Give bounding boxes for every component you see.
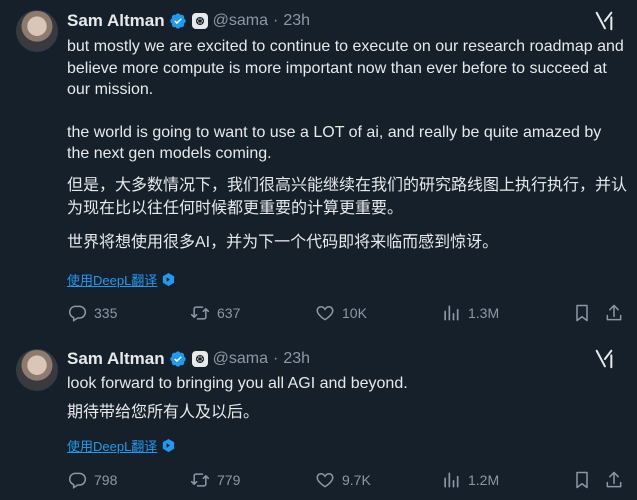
views-button[interactable]: 1.2M: [441, 470, 572, 490]
tweet-paragraph: 期待带给您所有人及以后。: [67, 403, 260, 421]
verified-badge-icon: [169, 13, 186, 29]
avatar[interactable]: [16, 10, 58, 52]
reply-icon: [69, 305, 87, 322]
retweet-button[interactable]: 779: [190, 470, 315, 490]
separator-dot: ·: [273, 12, 279, 29]
reply-count: 798: [94, 472, 118, 488]
timestamp[interactable]: 23h: [283, 12, 310, 30]
tweet-header: Sam Altman @sama · 23h: [67, 10, 310, 32]
grok-icon[interactable]: [593, 348, 615, 370]
grok-icon[interactable]: [593, 10, 615, 32]
author-name[interactable]: Sam Altman: [67, 349, 165, 369]
translate-label[interactable]: 使用DeepL翻译: [67, 436, 157, 455]
share-icon: [606, 304, 622, 321]
view-count: 1.2M: [468, 472, 500, 488]
tweet-paragraph: but mostly we are excited to continue to…: [67, 38, 624, 98]
heart-icon: [316, 472, 334, 488]
tweet-2[interactable]: Sam Altman @sama · 23h look forward to b…: [0, 340, 637, 500]
tweet-paragraph: the world is going to want to use a LOT …: [67, 123, 602, 163]
translate-link[interactable]: 使用DeepL翻译: [67, 270, 176, 289]
translate-label[interactable]: 使用DeepL翻译: [67, 270, 157, 289]
heart-icon: [316, 305, 334, 321]
bookmark-button[interactable]: [572, 303, 604, 323]
like-button[interactable]: 10K: [315, 303, 441, 323]
bookmark-button[interactable]: [572, 470, 604, 490]
retweet-count: 637: [217, 305, 241, 321]
tweet-paragraph: 世界将想使用很多AI，并为下一个代码即将来临而感到惊讶。: [67, 233, 499, 251]
tweet-paragraph: look forward to bringing you all AGI and…: [67, 375, 408, 392]
retweet-icon: [190, 306, 210, 320]
tweet-header: Sam Altman @sama · 23h: [67, 348, 310, 370]
views-button[interactable]: 1.3M: [441, 303, 572, 323]
reply-count: 335: [94, 305, 118, 321]
author-handle[interactable]: @sama: [213, 350, 268, 368]
tweet-text: look forward to bringing you all AGI and…: [67, 373, 627, 423]
like-count: 9.7K: [342, 472, 371, 488]
tweet-1[interactable]: Sam Altman @sama · 23h but mostly we are…: [0, 0, 637, 340]
tweet-text: but mostly we are excited to continue to…: [67, 36, 627, 253]
like-count: 10K: [342, 305, 367, 321]
reply-icon: [69, 472, 87, 489]
share-button[interactable]: [604, 303, 624, 323]
share-button[interactable]: [604, 470, 624, 490]
bookmark-icon: [576, 304, 588, 322]
reply-button[interactable]: 335: [67, 303, 190, 323]
author-name[interactable]: Sam Altman: [67, 11, 165, 31]
verified-badge-icon: [169, 351, 186, 367]
separator-dot: ·: [273, 350, 279, 367]
bookmark-icon: [576, 471, 588, 489]
tweet-paragraph: 但是，大多数情况下，我们很高兴能继续在我们的研究路线图上执行执行，并认为现在比以…: [67, 176, 628, 217]
avatar[interactable]: [16, 349, 58, 391]
author-handle[interactable]: @sama: [213, 12, 268, 30]
tweet-actions: 335 637 10K 1.3M: [67, 301, 627, 325]
views-chart-icon: [444, 472, 459, 488]
deepl-icon: [163, 438, 175, 453]
translate-link[interactable]: 使用DeepL翻译: [67, 436, 176, 455]
openai-logo-icon: [191, 351, 208, 367]
view-count: 1.3M: [468, 305, 500, 321]
deepl-icon: [163, 272, 175, 287]
tweet-actions: 798 779 9.7K 1.2M: [67, 468, 627, 492]
retweet-count: 779: [217, 472, 241, 488]
like-button[interactable]: 9.7K: [315, 470, 441, 490]
reply-button[interactable]: 798: [67, 470, 190, 490]
share-icon: [606, 471, 622, 488]
openai-logo-icon: [191, 13, 208, 29]
retweet-button[interactable]: 637: [190, 303, 315, 323]
timestamp[interactable]: 23h: [283, 350, 310, 368]
views-chart-icon: [444, 305, 459, 321]
retweet-icon: [190, 473, 210, 487]
